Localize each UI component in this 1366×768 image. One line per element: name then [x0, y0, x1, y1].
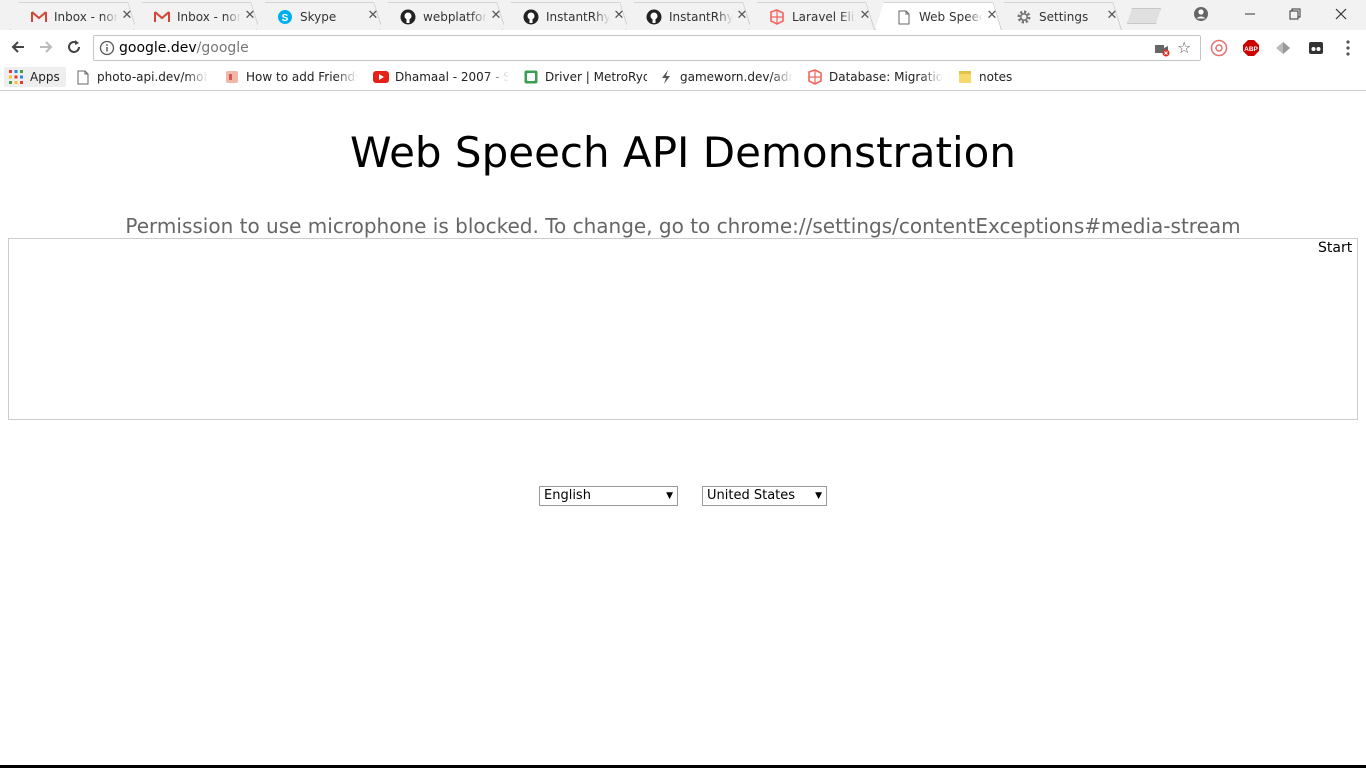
- tab-settings[interactable]: Settings ✕: [995, 2, 1122, 30]
- tab-laravel[interactable]: Laravel Elixir ✕: [748, 2, 875, 30]
- tab-instantrhyme-2[interactable]: InstantRhyn ✕: [625, 2, 752, 30]
- extension-icon-1[interactable]: [1209, 38, 1229, 58]
- close-icon[interactable]: ✕: [735, 9, 749, 23]
- laravel-icon: [769, 9, 785, 25]
- bookmark-star-icon[interactable]: ☆: [1177, 39, 1195, 57]
- document-icon: [75, 69, 91, 85]
- extension-icon-4[interactable]: [1306, 38, 1326, 58]
- tab-title: Inbox - nom: [177, 10, 241, 24]
- tab-title: Inbox - nom: [54, 10, 118, 24]
- gmail-icon: [31, 9, 47, 25]
- github-icon: [523, 9, 539, 25]
- tab-webplatform[interactable]: webplatform ✕: [379, 2, 506, 30]
- metroryde-icon: [523, 69, 539, 85]
- bookmark-label: Driver | MetroRyde: [545, 70, 647, 84]
- info-message: Permission to use microphone is blocked.…: [125, 214, 1241, 238]
- bookmark-site-icon: [224, 69, 240, 85]
- dialect-select-value: United States: [707, 488, 796, 503]
- url-host: google.dev: [119, 40, 197, 56]
- tab-inbox-2[interactable]: Inbox - nom ✕: [133, 2, 260, 30]
- skype-icon: S: [277, 9, 293, 25]
- close-icon[interactable]: ✕: [489, 9, 503, 23]
- bookmark-label: photo-api.dev/mobil: [97, 70, 208, 84]
- bookmark-database-migrations[interactable]: Database: Migrations: [807, 67, 943, 87]
- tab-title: webplatform: [423, 10, 487, 24]
- bookmark-metroryde[interactable]: Driver | MetroRyde: [523, 67, 647, 87]
- github-icon: [646, 9, 662, 25]
- restore-icon[interactable]: [1272, 0, 1318, 28]
- close-icon[interactable]: ✕: [612, 9, 626, 23]
- address-bar[interactable]: google.dev/google ☆: [93, 35, 1201, 61]
- language-select[interactable]: English ▼: [539, 486, 678, 506]
- start-button[interactable]: Start: [1318, 239, 1352, 257]
- bookmark-dhamaal[interactable]: Dhamaal - 2007 - San: [373, 67, 509, 87]
- info-icon[interactable]: [99, 40, 115, 56]
- tab-title: InstantRhyn: [669, 10, 733, 24]
- bookmark-label: gameworn.dev/admi: [680, 70, 793, 84]
- bookmark-label: Apps: [30, 70, 60, 84]
- back-icon[interactable]: [6, 35, 30, 59]
- lightning-icon: [658, 69, 674, 85]
- reload-icon[interactable]: [62, 35, 86, 59]
- tab-title: Laravel Elixir: [792, 10, 856, 24]
- document-icon: [896, 9, 912, 25]
- close-window-icon[interactable]: [1318, 0, 1364, 28]
- tab-strip: Inbox - nom ✕ Inbox - nom ✕ S Skype ✕ we…: [0, 0, 1366, 30]
- github-icon: [400, 9, 416, 25]
- tab-title: InstantRhyn: [546, 10, 610, 24]
- menu-icon[interactable]: [1338, 38, 1358, 58]
- language-select-value: English: [544, 488, 591, 503]
- close-icon[interactable]: ✕: [858, 9, 872, 23]
- bookmark-notes[interactable]: notes: [957, 67, 1017, 87]
- laravel-icon: [807, 69, 823, 85]
- tab-title: Skype: [300, 10, 337, 24]
- dialect-select[interactable]: United States ▼: [702, 486, 827, 506]
- gear-icon: [1016, 9, 1032, 25]
- tab-inbox-1[interactable]: Inbox - nom ✕: [10, 2, 137, 30]
- svg-text:ABP: ABP: [1244, 46, 1258, 53]
- dropdown-arrow-icon: ▼: [815, 491, 822, 501]
- forward-icon[interactable]: [34, 35, 58, 59]
- tab-skype[interactable]: S Skype ✕: [256, 2, 383, 30]
- bookmark-photo-api[interactable]: photo-api.dev/mobil: [75, 67, 208, 87]
- close-icon[interactable]: ✕: [985, 9, 999, 23]
- bookmark-friendship[interactable]: How to add Friendshi: [224, 67, 358, 87]
- close-icon[interactable]: ✕: [1105, 9, 1119, 23]
- url-text[interactable]: google.dev/google: [119, 40, 249, 57]
- folder-icon: [957, 69, 973, 85]
- bookmark-label: Database: Migrations: [829, 70, 943, 84]
- extension-icon-3[interactable]: [1273, 38, 1293, 58]
- camera-blocked-icon[interactable]: [1154, 41, 1170, 57]
- bookmark-gameworn[interactable]: gameworn.dev/admi: [658, 67, 793, 87]
- new-tab-button[interactable]: [1127, 8, 1161, 24]
- tab-title: Settings: [1039, 10, 1089, 24]
- tab-instantrhyme-1[interactable]: InstantRhyn ✕: [502, 2, 629, 30]
- profile-icon[interactable]: [1178, 0, 1224, 28]
- minimize-icon[interactable]: [1227, 0, 1273, 28]
- url-path: /google: [196, 40, 249, 56]
- youtube-icon: [373, 69, 389, 85]
- bookmark-label: notes: [979, 70, 1013, 84]
- tab-title: Web Speech: [919, 10, 983, 24]
- bookmark-apps[interactable]: Apps: [4, 67, 66, 87]
- adblock-icon[interactable]: ABP: [1241, 38, 1261, 58]
- close-icon[interactable]: ✕: [243, 9, 257, 23]
- results-box[interactable]: [8, 238, 1358, 420]
- close-icon[interactable]: ✕: [366, 9, 380, 23]
- apps-grid-icon: [8, 69, 24, 85]
- bookmark-label: How to add Friendshi: [246, 70, 358, 84]
- close-icon[interactable]: ✕: [120, 9, 134, 23]
- gmail-icon: [154, 9, 170, 25]
- svg-text:S: S: [282, 13, 289, 24]
- page-title: Web Speech API Demonstration: [350, 128, 1016, 177]
- tab-web-speech[interactable]: Web Speech ✕: [875, 2, 1002, 30]
- bookmarks-bar: Apps photo-api.dev/mobil How to add Frie…: [0, 64, 1366, 91]
- dropdown-arrow-icon: ▼: [666, 491, 673, 501]
- bookmark-label: Dhamaal - 2007 - San: [395, 70, 509, 84]
